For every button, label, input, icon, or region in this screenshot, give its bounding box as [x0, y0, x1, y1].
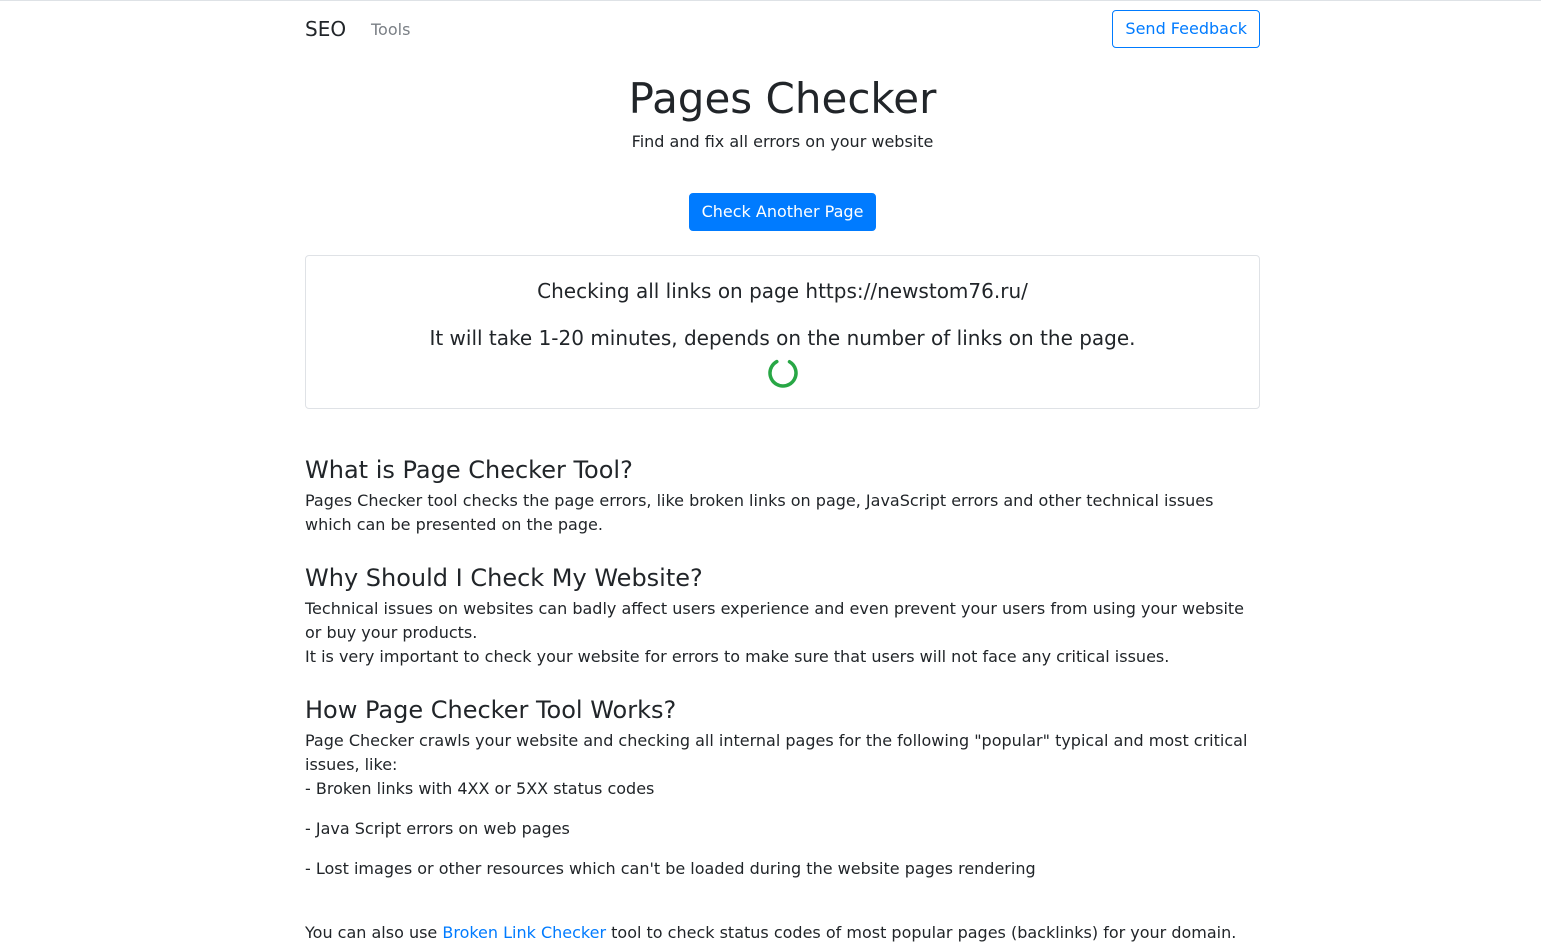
page-container: SEO Tools Send Feedback Pages Checker Fi…: [305, 1, 1260, 942]
list-item: - Java Script errors on web pages: [305, 819, 570, 838]
navbar: SEO Tools Send Feedback: [305, 1, 1260, 59]
nav-tools-link[interactable]: Tools: [371, 20, 410, 39]
status-card: Checking all links on page https://newst…: [305, 255, 1260, 409]
loading-spinner-icon: [768, 358, 798, 388]
section-why-heading: Why Should I Check My Website?: [305, 564, 703, 592]
section-how-intro: Page Checker crawls your website and che…: [305, 731, 1248, 774]
section-what-text: Pages Checker tool checks the page error…: [305, 491, 1214, 534]
broken-link-checker-link[interactable]: Broken Link Checker: [442, 923, 606, 942]
section-what: What is Page Checker Tool? Pages Checker…: [305, 453, 1260, 537]
list-item: - Broken links with 4XX or 5XX status co…: [305, 779, 655, 798]
section-what-heading: What is Page Checker Tool?: [305, 456, 633, 484]
page-subtitle: Find and fix all errors on your website: [631, 132, 934, 151]
brand-logo-link[interactable]: SEO: [305, 17, 346, 41]
status-duration-text: It will take 1-20 minutes, depends on th…: [429, 326, 1136, 350]
section-why: Why Should I Check My Website? Technical…: [305, 561, 1260, 669]
check-button-wrapper: Check Another Page: [305, 193, 1260, 231]
section-why-text-2: It is very important to check your websi…: [305, 647, 1170, 666]
section-why-text-1: Technical issues on websites can badly a…: [305, 599, 1245, 642]
footer-note-prefix: You can also use: [305, 923, 443, 942]
check-another-page-button[interactable]: Check Another Page: [688, 193, 877, 231]
footer-note: You can also use Broken Link Checker too…: [305, 921, 1260, 945]
page-title: Pages Checker: [628, 74, 937, 123]
section-how: How Page Checker Tool Works? Page Checke…: [305, 693, 1260, 881]
main-content: What is Page Checker Tool? Pages Checker…: [305, 453, 1260, 945]
section-how-heading: How Page Checker Tool Works?: [305, 696, 677, 724]
list-item: - Lost images or other resources which c…: [305, 859, 1036, 878]
send-feedback-button[interactable]: Send Feedback: [1112, 10, 1260, 48]
status-checking-text: Checking all links on page https://newst…: [537, 279, 1028, 303]
footer-note-suffix: tool to check status codes of most popul…: [606, 923, 1237, 942]
